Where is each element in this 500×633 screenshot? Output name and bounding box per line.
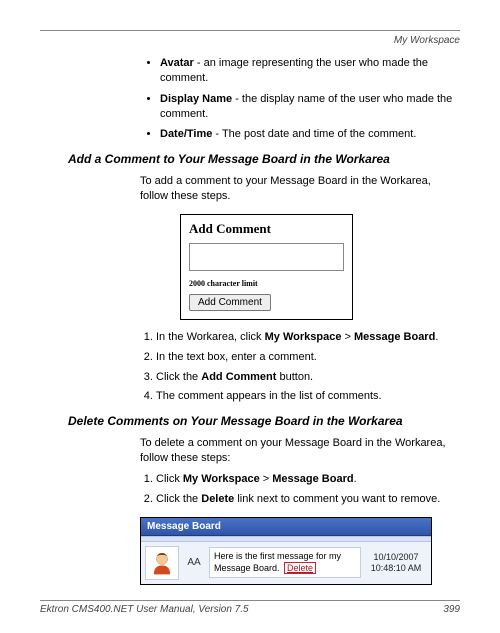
bullet-date-time: Date/Time - The post date and time of th…	[160, 127, 460, 142]
heading-delete-comments: Delete Comments on Your Message Board in…	[68, 414, 460, 428]
del-step-2: Click the Delete link next to comment yo…	[156, 492, 460, 507]
message-row: AA Here is the first message for my Mess…	[141, 541, 431, 584]
add-comment-button[interactable]: Add Comment	[189, 294, 271, 311]
comment-textbox[interactable]	[189, 243, 344, 271]
heading-add-comment: Add a Comment to Your Message Board in t…	[68, 152, 460, 166]
steps-add-comment: In the Workarea, click My Workspace > Me…	[140, 330, 460, 404]
steps-delete-comments: Click My Workspace > Message Board. Clic…	[140, 472, 460, 507]
user-initials: AA	[183, 557, 205, 568]
step-2: In the text box, enter a comment.	[156, 350, 460, 365]
figure-add-comment: Add Comment 2000 character limit Add Com…	[180, 214, 460, 320]
avatar-icon	[149, 550, 175, 576]
bullet-display-name: Display Name - the display name of the u…	[160, 92, 460, 122]
message-text: Here is the first message for my Message…	[209, 547, 361, 578]
intro-add-comment: To add a comment to your Message Board i…	[140, 174, 460, 204]
step-3: Click the Add Comment button.	[156, 370, 460, 385]
char-limit-label: 2000 character limit	[189, 279, 344, 288]
delete-link[interactable]: Delete	[284, 562, 316, 574]
step-4: The comment appears in the list of comme…	[156, 389, 460, 404]
definition-list: Avatar - an image representing the user …	[160, 56, 460, 142]
message-timestamp: 10/10/2007 10:48:10 AM	[365, 552, 427, 574]
add-comment-title: Add Comment	[189, 221, 344, 237]
avatar	[145, 546, 179, 580]
step-1: In the Workarea, click My Workspace > Me…	[156, 330, 460, 345]
bullet-avatar: Avatar - an image representing the user …	[160, 56, 460, 86]
del-step-1: Click My Workspace > Message Board.	[156, 472, 460, 487]
figure-message-board: Message Board AA Here is the first messa…	[140, 517, 432, 585]
intro-delete-comments: To delete a comment on your Message Boar…	[140, 436, 460, 466]
page-header-section: My Workspace	[40, 35, 460, 46]
footer-manual-title: Ektron CMS400.NET User Manual, Version 7…	[40, 604, 249, 615]
footer-page-number: 399	[443, 604, 460, 615]
message-board-header: Message Board	[141, 518, 431, 536]
